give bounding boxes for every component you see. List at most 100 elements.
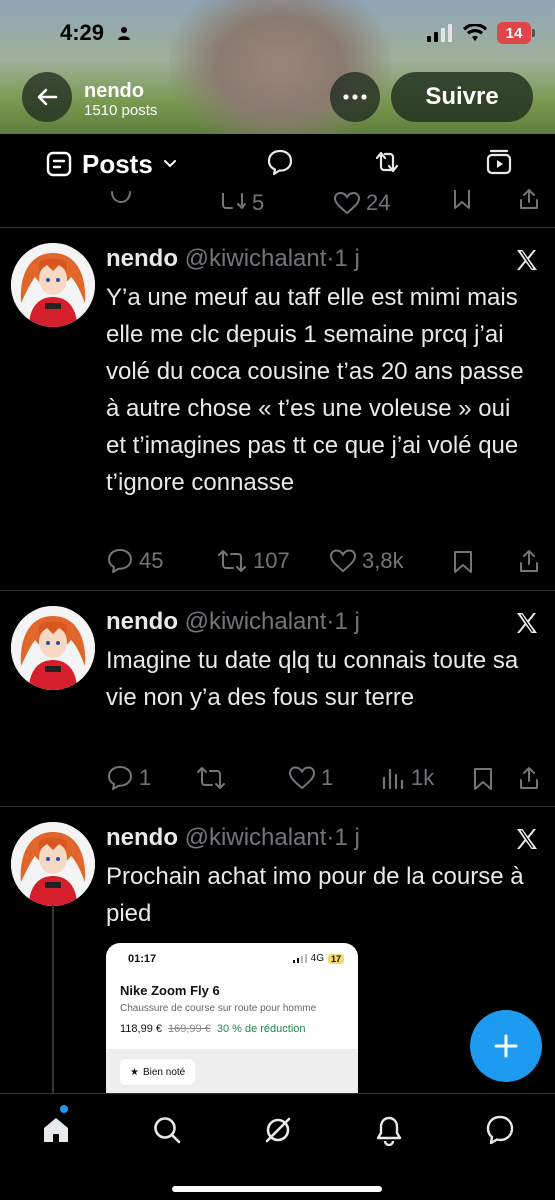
x-logo-icon <box>517 613 537 633</box>
post-header: nendo @kiwichalant·1 j <box>106 245 360 273</box>
battery-level: 14 <box>505 24 523 42</box>
embed-status-indicators: 4G 17 <box>292 953 344 964</box>
post-time: 1 j <box>334 824 360 851</box>
bookmark-icon[interactable] <box>473 767 493 791</box>
post-author-name[interactable]: nendo <box>106 824 178 851</box>
heart-icon <box>330 549 356 573</box>
retweet-icon <box>222 193 246 209</box>
post-header: nendo @kiwichalant·1 j <box>106 824 360 852</box>
like-count: 3,8k <box>362 548 404 573</box>
retweet-count: 107 <box>253 548 290 573</box>
profile-name: nendo <box>84 80 144 102</box>
reply-count: 45 <box>139 548 164 573</box>
posts-count: 1510 posts <box>84 102 158 119</box>
embed-price-row: 118,99 € 169,99 € 30 % de réduction <box>120 1023 306 1035</box>
avatar-illustration <box>11 606 95 690</box>
wifi-icon <box>463 24 487 41</box>
grok-icon[interactable] <box>262 1114 294 1146</box>
bell-icon[interactable] <box>373 1114 405 1146</box>
status-indicators: 14 <box>427 22 535 44</box>
thread-line <box>52 905 54 1093</box>
reply-icon <box>108 549 132 573</box>
retweet-icon <box>218 550 246 572</box>
retweet-button[interactable]: 107 <box>217 548 290 574</box>
bookmark-icon[interactable] <box>452 190 472 210</box>
home-indicator <box>172 1186 382 1192</box>
share-icon[interactable] <box>518 766 540 790</box>
post-handle[interactable]: @kiwichalant <box>185 245 327 272</box>
search-icon[interactable] <box>151 1114 183 1146</box>
post-header: nendo @kiwichalant·1 j <box>106 608 360 636</box>
post-time: 1 j <box>334 608 360 635</box>
previous-post-actions: 5 24 <box>0 188 555 228</box>
embed-status-time: 01:17 <box>128 953 157 965</box>
avatar[interactable] <box>11 606 95 690</box>
views-count: 1k <box>411 765 435 790</box>
bookmark-icon[interactable] <box>453 550 473 574</box>
embed-battery: 17 <box>327 953 344 964</box>
tab-posts[interactable]: Posts <box>32 146 191 182</box>
heart-icon <box>289 766 315 790</box>
embed-badge-label: Bien noté <box>142 1066 186 1078</box>
person-icon <box>118 27 130 40</box>
retweet-button[interactable] <box>196 765 226 791</box>
like-button[interactable]: 3,8k <box>330 548 404 574</box>
post-item[interactable]: nendo @kiwichalant·1 j Imagine tu date q… <box>0 592 555 807</box>
share-icon[interactable] <box>518 188 540 210</box>
reply-icon <box>111 191 131 204</box>
reply-button[interactable]: 45 <box>107 548 163 574</box>
embed-product-description: Chaussure de course sur route pour homme <box>120 1003 317 1014</box>
reply-icon <box>108 766 132 790</box>
x-logo-icon <box>517 250 537 270</box>
embed-network: 4G <box>310 953 324 964</box>
like-button[interactable]: 1 <box>289 765 333 791</box>
avatar[interactable] <box>11 243 95 327</box>
avatar-illustration <box>11 822 95 906</box>
post-item[interactable]: nendo @kiwichalant·1 j Y’a une meuf au t… <box>0 229 555 591</box>
home-icon[interactable] <box>40 1114 72 1146</box>
follow-button[interactable]: Suivre <box>391 72 533 122</box>
embed-discount: 30 % de réduction <box>216 1023 306 1035</box>
tab-media-icon[interactable] <box>485 148 513 176</box>
post-handle[interactable]: @kiwichalant <box>185 824 327 851</box>
chevron-down-icon <box>163 160 176 168</box>
post-author-name[interactable]: nendo <box>106 608 178 635</box>
post-text: Prochain achat imo pour de la course à p… <box>106 863 524 927</box>
star-icon: ★ <box>130 1066 139 1078</box>
bottom-navigation <box>0 1093 555 1200</box>
share-icon[interactable] <box>518 549 540 573</box>
back-button[interactable] <box>22 72 72 122</box>
tab-replies-icon[interactable] <box>266 148 294 176</box>
status-time: 4:29 <box>60 20 105 45</box>
content-tabs: Posts <box>0 134 555 190</box>
post-media-image[interactable]: 01:17 4G 17 Nike Zoom Fly 6 Chaussure de… <box>106 943 358 1093</box>
post-text: Y’a une meuf au taff elle est mimi mais … <box>106 284 524 496</box>
post-handle[interactable]: @kiwichalant <box>185 608 327 635</box>
post-time: 1 j <box>334 245 360 272</box>
messages-icon[interactable] <box>484 1114 516 1146</box>
heart-icon <box>334 192 360 214</box>
battery-indicator: 14 <box>497 22 535 44</box>
avatar-illustration <box>11 243 95 327</box>
retweet-button[interactable]: 5 <box>218 190 264 216</box>
x-logo-icon <box>517 829 537 849</box>
plus-icon <box>494 1034 518 1058</box>
compose-button[interactable] <box>470 1010 542 1082</box>
reply-button[interactable]: 1 <box>107 765 151 791</box>
more-options-button[interactable] <box>330 72 380 122</box>
post-author-name[interactable]: nendo <box>106 245 178 272</box>
post-text: Imagine tu date qlq tu connais toute sa … <box>106 647 519 711</box>
embed-old-price: 169,99 € <box>168 1023 211 1035</box>
tab-retweets-icon[interactable] <box>373 148 401 176</box>
notification-dot <box>60 1105 68 1113</box>
views-button[interactable]: 1k <box>381 765 434 791</box>
avatar[interactable] <box>11 822 95 906</box>
more-dots-icon <box>343 94 367 100</box>
signal-icon <box>427 24 452 42</box>
embed-signal-icon <box>292 954 307 963</box>
retweet-count: 5 <box>252 190 265 215</box>
like-button[interactable]: 24 <box>334 190 390 216</box>
like-count: 24 <box>366 190 391 215</box>
posts-icon <box>46 151 72 177</box>
reply-button[interactable] <box>110 190 132 206</box>
